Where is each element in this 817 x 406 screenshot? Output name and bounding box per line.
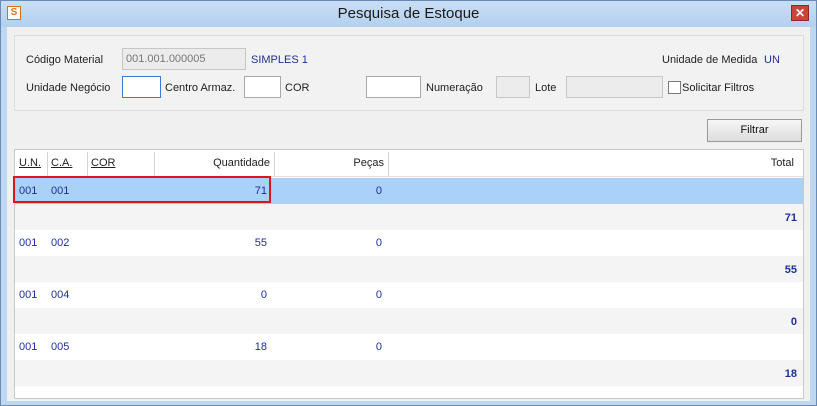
title-bar: S Pesquisa de Estoque ✕: [1, 1, 816, 27]
codigo-material-field: 001.001.000005: [122, 48, 246, 70]
selected-row-highlight-box: [13, 176, 271, 203]
cell-un: 001: [19, 341, 38, 353]
table-total-row: 0: [15, 308, 803, 334]
column-header-cor[interactable]: COR: [91, 157, 115, 169]
filtrar-button[interactable]: Filtrar: [707, 119, 802, 142]
column-divider: [154, 152, 155, 176]
table-total-row: 55: [15, 256, 803, 282]
column-header-un[interactable]: U.N.: [19, 157, 41, 169]
numeracao-input: [496, 76, 530, 98]
codigo-material-value: 001.001.000005: [126, 53, 206, 65]
table-row[interactable]: 001 005 18 0: [15, 334, 803, 360]
column-header-ca[interactable]: C.A.: [51, 157, 72, 169]
solicitar-filtros-checkbox[interactable]: [668, 81, 681, 94]
table-total-row: 18: [15, 360, 803, 386]
unidade-negocio-label: Unidade Negócio: [26, 82, 111, 94]
cell-total: 18: [784, 368, 797, 380]
column-divider: [47, 152, 48, 176]
filter-panel: Código Material 001.001.000005 SIMPLES 1…: [14, 35, 804, 111]
pesquisa-estoque-window: S Pesquisa de Estoque ✕ Código Material …: [0, 0, 817, 406]
column-divider: [274, 152, 275, 176]
numeracao-label: Numeração: [426, 82, 483, 94]
codigo-material-label: Código Material: [26, 54, 104, 66]
cell-quantidade: 0: [260, 289, 267, 301]
cell-pecas: 0: [375, 289, 382, 301]
cell-total: 0: [790, 316, 797, 328]
column-header-quantidade[interactable]: Quantidade: [158, 157, 270, 169]
close-button[interactable]: ✕: [791, 5, 809, 21]
lote-label: Lote: [535, 82, 557, 94]
table-total-row: 71: [15, 204, 803, 230]
window-title: Pesquisa de Estoque: [337, 5, 480, 22]
centro-armaz-input[interactable]: [244, 76, 281, 98]
cell-quantidade: 18: [254, 341, 267, 353]
unidade-negocio-input[interactable]: [122, 76, 161, 98]
column-header-pecas[interactable]: Peças: [278, 157, 384, 169]
grid-header: U.N. C.A. COR Quantidade Peças Total: [15, 150, 803, 177]
column-header-total[interactable]: Total: [392, 157, 794, 169]
solicitar-filtros-label: Solicitar Filtros: [682, 82, 755, 94]
cor-label: COR: [285, 82, 310, 94]
cell-un: 001: [19, 289, 38, 301]
unidade-medida-value: UN: [764, 54, 780, 66]
cell-pecas: 0: [375, 341, 382, 353]
cell-total: 71: [784, 212, 797, 224]
cell-quantidade: 55: [254, 237, 267, 249]
column-divider: [87, 152, 88, 176]
cor-input[interactable]: [366, 76, 421, 98]
unidade-medida-label: Unidade de Medida: [662, 54, 758, 66]
cell-total: 55: [784, 264, 797, 276]
cell-pecas: 0: [375, 237, 382, 249]
cell-ca: 004: [51, 289, 70, 301]
cell-ca: 002: [51, 237, 70, 249]
column-divider: [388, 152, 389, 176]
table-row[interactable]: 001 004 0 0: [15, 282, 803, 308]
centro-armaz-label: Centro Armaz.: [165, 82, 236, 94]
lote-input: [566, 76, 663, 98]
material-description: SIMPLES 1: [251, 54, 308, 66]
window-content: Código Material 001.001.000005 SIMPLES 1…: [7, 27, 810, 401]
cell-un: 001: [19, 237, 38, 249]
table-row[interactable]: 001 002 55 0: [15, 230, 803, 256]
cell-pecas: 0: [375, 185, 382, 197]
cell-ca: 005: [51, 341, 70, 353]
